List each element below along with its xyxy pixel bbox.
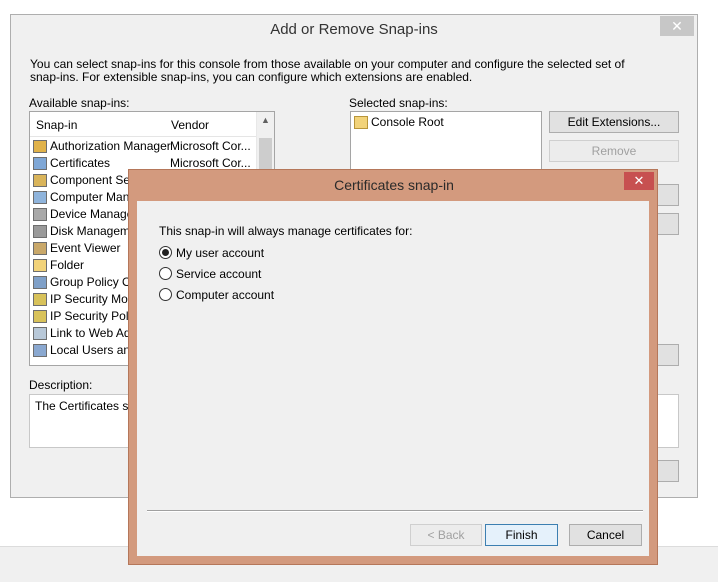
radio-my-user-account[interactable]: My user account [159,244,264,262]
snapin-name: Computer Mana [50,190,137,204]
finish-button[interactable]: Finish [485,524,558,546]
edit-extensions-button[interactable]: Edit Extensions... [549,111,679,133]
list-item[interactable]: Device Managem [33,206,143,223]
computer-icon [33,191,47,205]
snapin-name: IP Security Polic [50,309,138,323]
authorization-icon [33,140,47,154]
ip-security-icon [33,293,47,307]
list-item[interactable]: Local Users and [33,342,137,359]
radio-button[interactable] [159,246,172,260]
radio-label: Service account [176,267,262,281]
snapin-name: Folder [50,258,85,272]
modal-prompt: This snap-in will always manage certific… [159,224,413,238]
link-icon [33,327,47,341]
folder-icon [33,259,47,273]
certificates-icon [33,157,47,171]
snapin-name: Event Viewer [50,241,121,255]
cancel-button[interactable]: Cancel [569,524,642,546]
snapin-name: Component Serv [50,173,141,187]
radio-computer-account[interactable]: Computer account [159,286,274,304]
component-icon [33,174,47,188]
selected-item-label: Console Root [371,115,444,129]
list-item[interactable]: Console Root [354,114,444,131]
folder-icon [354,116,368,130]
modal-title: Certificates snap-in [334,177,454,193]
dialog-title: Add or Remove Snap-ins [270,21,438,38]
list-item[interactable]: Authorization Manager Microsoft Cor... [33,138,251,155]
radio-service-account[interactable]: Service account [159,265,261,283]
desktop-background [0,0,718,14]
snapin-name: Certificates [50,156,111,170]
list-item[interactable]: IP Security Mon [33,291,134,308]
back-button[interactable]: < Back [410,524,482,546]
description-text: The Certificates sna [35,399,142,413]
remove-button[interactable]: Remove [549,140,679,162]
list-item[interactable]: Event Viewer [33,240,120,257]
snapin-vendor: Microsoft Cor... [170,139,251,153]
radio-button[interactable] [159,267,172,281]
policy-icon [33,276,47,290]
description-label: Description: [29,378,93,392]
available-snapins-label: Available snap-ins: [29,96,130,110]
snapin-name: Local Users and [50,343,137,357]
list-item[interactable]: Computer Mana [33,189,136,206]
snapin-name: Link to Web Add [50,326,138,340]
column-header-snapin[interactable]: Snap-in [36,118,77,132]
certificates-snapin-dialog: Certificates snap-in ✕ This snap-in will… [128,169,658,565]
modal-close-button[interactable]: ✕ [624,172,654,190]
disk-icon [33,225,47,239]
close-button[interactable]: ✕ [660,16,694,36]
separator [147,510,643,512]
list-header: Snap-in Vendor [30,112,256,137]
list-item[interactable]: Folder [33,257,84,274]
list-item[interactable]: Link to Web Add [33,325,137,342]
event-viewer-icon [33,242,47,256]
dialog-description: You can select snap-ins for this console… [30,57,625,84]
users-icon [33,344,47,358]
snapin-name: Authorization Manager [50,139,171,153]
snapin-name: Group Policy Ob [50,275,139,289]
radio-label: Computer account [176,288,275,302]
radio-label: My user account [176,246,265,260]
device-icon [33,208,47,222]
selected-snapins-label: Selected snap-ins: [349,96,448,110]
list-item[interactable]: Certificates Microsoft Cor... [33,155,251,172]
snapin-name: IP Security Mon [50,292,135,306]
ip-security-icon [33,310,47,324]
modal-content: This snap-in will always manage certific… [137,201,649,556]
radio-button[interactable] [159,288,172,302]
list-item[interactable]: Component Serv [33,172,140,189]
list-item[interactable]: Disk Manageme [33,223,137,240]
list-item[interactable]: Group Policy Ob [33,274,138,291]
column-header-vendor[interactable]: Vendor [171,118,209,132]
list-item[interactable]: IP Security Polic [33,308,137,325]
snapin-name: Disk Manageme [50,224,137,238]
scroll-up-arrow-icon[interactable]: ▲ [257,112,274,129]
